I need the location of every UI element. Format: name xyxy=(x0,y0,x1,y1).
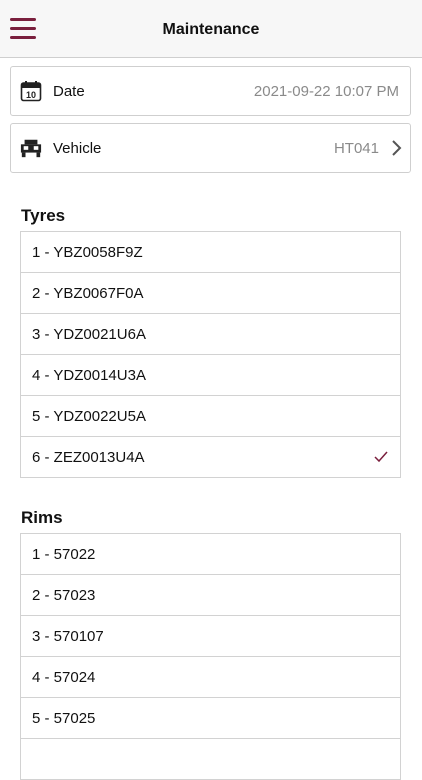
list-item-label: 2 - YBZ0067F0A xyxy=(32,284,144,302)
list-item-label: 6 - ZEZ0013U4A xyxy=(32,448,145,466)
list-item-label: 4 - 57024 xyxy=(32,668,96,686)
list-item-label: 2 - 57023 xyxy=(32,586,96,604)
date-value: 2021-09-22 10:07 PM xyxy=(253,82,399,100)
chevron-right-icon xyxy=(390,138,404,158)
rim-row[interactable]: 5 - 57025 xyxy=(21,698,400,739)
list-item-label: 5 - 57025 xyxy=(32,709,96,727)
tyres-list: 1 - YBZ0058F9Z 2 - YBZ0067F0A 3 - YDZ0021U… xyxy=(20,231,401,478)
list-item-label: 1 - YBZ0058F9Z xyxy=(32,243,143,261)
vehicle-value: HT041 xyxy=(333,139,379,157)
rim-row[interactable]: 2 - 57023 xyxy=(21,575,400,616)
tyres-section-title: Tyres xyxy=(21,206,66,225)
nav-bar: Maintenance xyxy=(0,0,422,58)
svg-text:10: 10 xyxy=(26,90,36,100)
vehicle-field[interactable]: Vehicle HT041 xyxy=(10,123,411,173)
list-item-label: 3 - 570107 xyxy=(32,627,104,645)
tyre-row[interactable]: 1 - YBZ0058F9Z xyxy=(21,232,400,273)
calendar-icon: 10 xyxy=(20,80,42,102)
page-title: Maintenance xyxy=(162,21,260,38)
list-item-label: 3 - YDZ0021U6A xyxy=(32,325,146,343)
truck-icon xyxy=(20,137,42,159)
checkmark-icon xyxy=(374,451,388,463)
rim-row[interactable]: 4 - 57024 xyxy=(21,657,400,698)
tyre-row[interactable]: 4 - YDZ0014U3A xyxy=(21,355,400,396)
rims-section-title: Rims xyxy=(21,508,63,527)
tyre-row[interactable]: 3 - YDZ0021U6A xyxy=(21,314,400,355)
list-item-label: 4 - YDZ0014U3A xyxy=(32,366,146,384)
date-field[interactable]: 10 Date 2021-09-22 10:07 PM xyxy=(10,66,411,116)
tyre-row[interactable]: 5 - YDZ0022U5A xyxy=(21,396,400,437)
list-item-label: 1 - 57022 xyxy=(32,545,96,563)
rim-row[interactable]: 3 - 570107 xyxy=(21,616,400,657)
vehicle-label: Vehicle xyxy=(53,139,102,157)
list-item-label: 5 - YDZ0022U5A xyxy=(32,407,146,425)
rim-row[interactable]: 1 - 57022 xyxy=(21,534,400,575)
rims-list: 1 - 57022 2 - 57023 3 - 570107 4 - 57024 5 -… xyxy=(20,533,401,780)
tyre-row[interactable]: 6 - ZEZ0013U4A xyxy=(21,437,400,478)
tyre-row[interactable]: 2 - YBZ0067F0A xyxy=(21,273,400,314)
rim-row[interactable] xyxy=(21,739,400,780)
date-label: Date xyxy=(53,82,85,100)
